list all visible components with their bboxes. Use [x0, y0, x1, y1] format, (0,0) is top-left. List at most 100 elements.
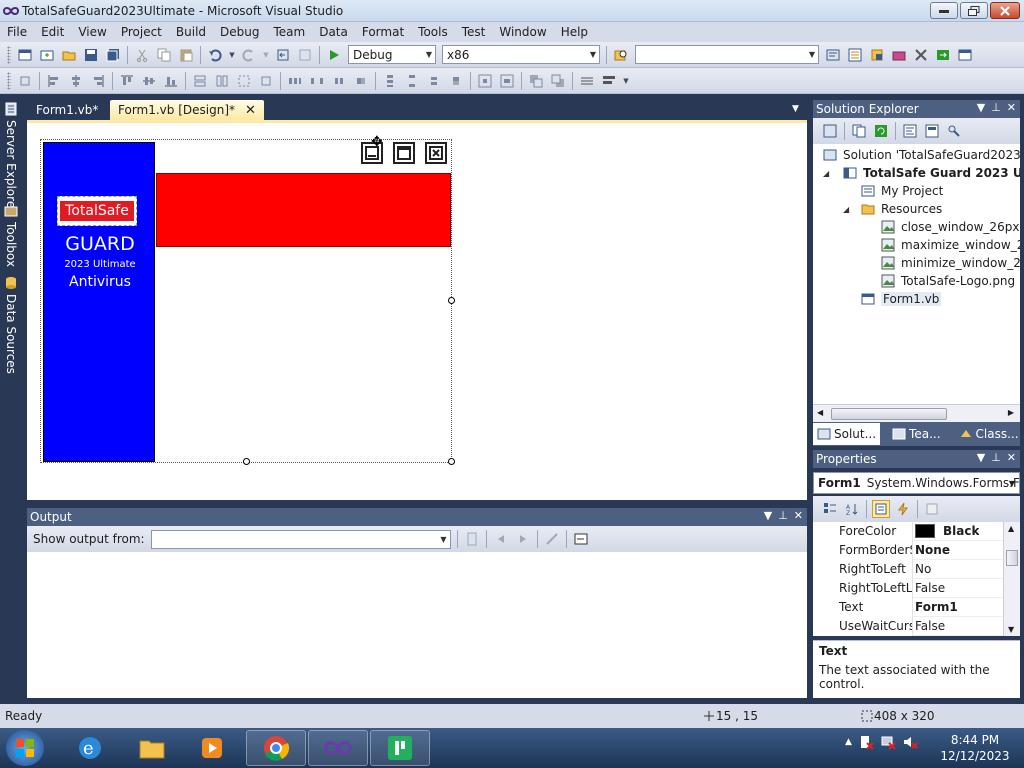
window-position-icon[interactable]: ▼: [764, 509, 772, 522]
resize-handle-bottom-right[interactable]: [448, 458, 455, 465]
property-grid-scrollbar[interactable]: ▲ ▼: [1003, 522, 1020, 636]
vertical-spacing-increase-icon[interactable]: [403, 72, 421, 90]
menu-team[interactable]: Team: [266, 22, 312, 42]
vertical-spacing-remove-icon[interactable]: [447, 72, 465, 90]
property-row-usewaitcursor[interactable]: UseWaitCursor False: [813, 616, 1003, 636]
menu-help[interactable]: Help: [554, 22, 595, 42]
restore-window-button[interactable]: [960, 2, 988, 19]
property-row-formborderstyle[interactable]: FormBorderStyle None: [813, 540, 1003, 560]
tree-node-resources[interactable]: Resources: [861, 200, 942, 218]
logo-picturebox[interactable]: TotalSafe: [57, 196, 137, 226]
align-bottoms-icon[interactable]: [162, 72, 180, 90]
properties-icon[interactable]: [821, 122, 839, 140]
menu-data[interactable]: Data: [312, 22, 355, 42]
clear-all-icon[interactable]: [543, 530, 561, 548]
next-message-icon[interactable]: [514, 530, 532, 548]
window-position-icon[interactable]: ▼: [977, 101, 985, 114]
tab-solution-explorer[interactable]: Solut...: [813, 423, 881, 445]
tab-class-view[interactable]: Class...: [955, 423, 1023, 445]
menu-file[interactable]: File: [0, 22, 34, 42]
start-button[interactable]: [6, 730, 44, 766]
action-center-icon[interactable]: [858, 734, 874, 750]
navigate-forward-icon[interactable]: [296, 46, 314, 64]
make-same-size-icon[interactable]: [235, 72, 253, 90]
view-code-icon[interactable]: [901, 122, 919, 140]
toolbar-grip[interactable]: [7, 71, 11, 90]
send-to-back-icon[interactable]: [549, 72, 567, 90]
find-message-icon[interactable]: [463, 530, 481, 548]
find-combo[interactable]: ▼: [635, 45, 819, 64]
property-row-righttoleft[interactable]: RightToLeft No: [813, 559, 1003, 579]
size-to-grid-icon[interactable]: [257, 72, 275, 90]
toolbar-grip[interactable]: [7, 45, 11, 64]
extension-manager-icon[interactable]: [912, 46, 930, 64]
align-to-grid-icon[interactable]: [16, 72, 34, 90]
toolbar-options-icon[interactable]: [600, 72, 618, 90]
show-hidden-icons-icon[interactable]: ▲: [845, 737, 852, 747]
taskbar-internet-explorer[interactable]: e: [60, 730, 120, 766]
horizontal-spacing-decrease-icon[interactable]: [330, 72, 348, 90]
show-all-files-icon[interactable]: [850, 122, 868, 140]
save-all-icon[interactable]: [104, 46, 122, 64]
horizontal-spacing-remove-icon[interactable]: [352, 72, 370, 90]
sidebar-panel[interactable]: TotalSafe GUARD 2023 Ultimate Antivirus: [43, 142, 155, 462]
taskbar-clock[interactable]: 8:44 PM 12/12/2023: [940, 732, 1010, 764]
active-files-dropdown-icon[interactable]: ▼: [792, 104, 799, 114]
start-debugging-icon[interactable]: [325, 46, 343, 64]
open-folder-icon[interactable]: [60, 46, 78, 64]
toggle-word-wrap-icon[interactable]: [572, 530, 590, 548]
menu-test[interactable]: Test: [455, 22, 493, 42]
property-row-forecolor[interactable]: ForeColor Black: [813, 522, 1003, 541]
object-browser-icon[interactable]: [868, 46, 886, 64]
undo-icon[interactable]: [206, 46, 224, 64]
redo-icon[interactable]: [240, 46, 258, 64]
find-in-files-icon[interactable]: [612, 46, 630, 64]
tree-node-project[interactable]: TotalSafe Guard 2023 Ultimate: [843, 164, 1020, 182]
view-designer-icon[interactable]: [923, 122, 941, 140]
scroll-thumb[interactable]: [831, 408, 947, 420]
close-window-button[interactable]: [990, 2, 1020, 19]
tab-team-explorer[interactable]: Tea...: [888, 423, 944, 445]
paste-icon[interactable]: [177, 46, 195, 64]
center-vertically-icon[interactable]: [498, 72, 516, 90]
align-middles-icon[interactable]: [140, 72, 158, 90]
vertical-spacing-decrease-icon[interactable]: [425, 72, 443, 90]
refresh-icon[interactable]: [872, 122, 890, 140]
properties-window-icon[interactable]: [846, 46, 864, 64]
add-item-icon[interactable]: [38, 46, 56, 64]
cut-icon[interactable]: [133, 46, 151, 64]
menu-tools[interactable]: Tools: [411, 22, 455, 42]
taskbar-media-player[interactable]: [182, 730, 242, 766]
resize-handle-bottom[interactable]: [243, 458, 250, 465]
tab-order-icon[interactable]: [578, 72, 596, 90]
antivirus-label[interactable]: Antivirus: [44, 274, 156, 290]
view-class-diagram-icon[interactable]: [945, 122, 963, 140]
make-same-width-icon[interactable]: [191, 72, 209, 90]
property-row-text[interactable]: Text Form1: [813, 597, 1003, 617]
start-page-icon[interactable]: [934, 46, 952, 64]
save-icon[interactable]: [82, 46, 100, 64]
horizontal-spacing-equal-icon[interactable]: [286, 72, 304, 90]
menu-format[interactable]: Format: [355, 22, 411, 42]
redo-dropdown-icon[interactable]: ▼: [262, 46, 270, 64]
pin-icon[interactable]: ⊥: [778, 509, 788, 522]
make-same-height-icon[interactable]: [213, 72, 231, 90]
scroll-up-icon[interactable]: ▲: [1008, 524, 1014, 533]
toolbox-icon[interactable]: [890, 46, 908, 64]
volume-icon[interactable]: [902, 734, 918, 750]
properties-view-icon[interactable]: [872, 500, 890, 518]
solution-platform-select[interactable]: x86 ▼: [442, 45, 600, 64]
vertical-spacing-equal-icon[interactable]: [381, 72, 399, 90]
categorized-icon[interactable]: [821, 500, 839, 518]
close-icon[interactable]: ✕: [794, 509, 803, 522]
menu-window[interactable]: Window: [492, 22, 553, 42]
taskbar-chrome[interactable]: [246, 730, 306, 766]
scroll-down-icon[interactable]: ▼: [1008, 625, 1014, 634]
tree-node-my-project[interactable]: My Project: [861, 182, 943, 200]
undo-dropdown-icon[interactable]: ▼: [228, 46, 236, 64]
align-centers-icon[interactable]: [67, 72, 85, 90]
menu-project[interactable]: Project: [114, 22, 169, 42]
pin-icon[interactable]: ⊥: [991, 451, 1001, 464]
taskbar-visual-studio[interactable]: [308, 730, 368, 766]
resize-handle-right[interactable]: [448, 297, 455, 304]
